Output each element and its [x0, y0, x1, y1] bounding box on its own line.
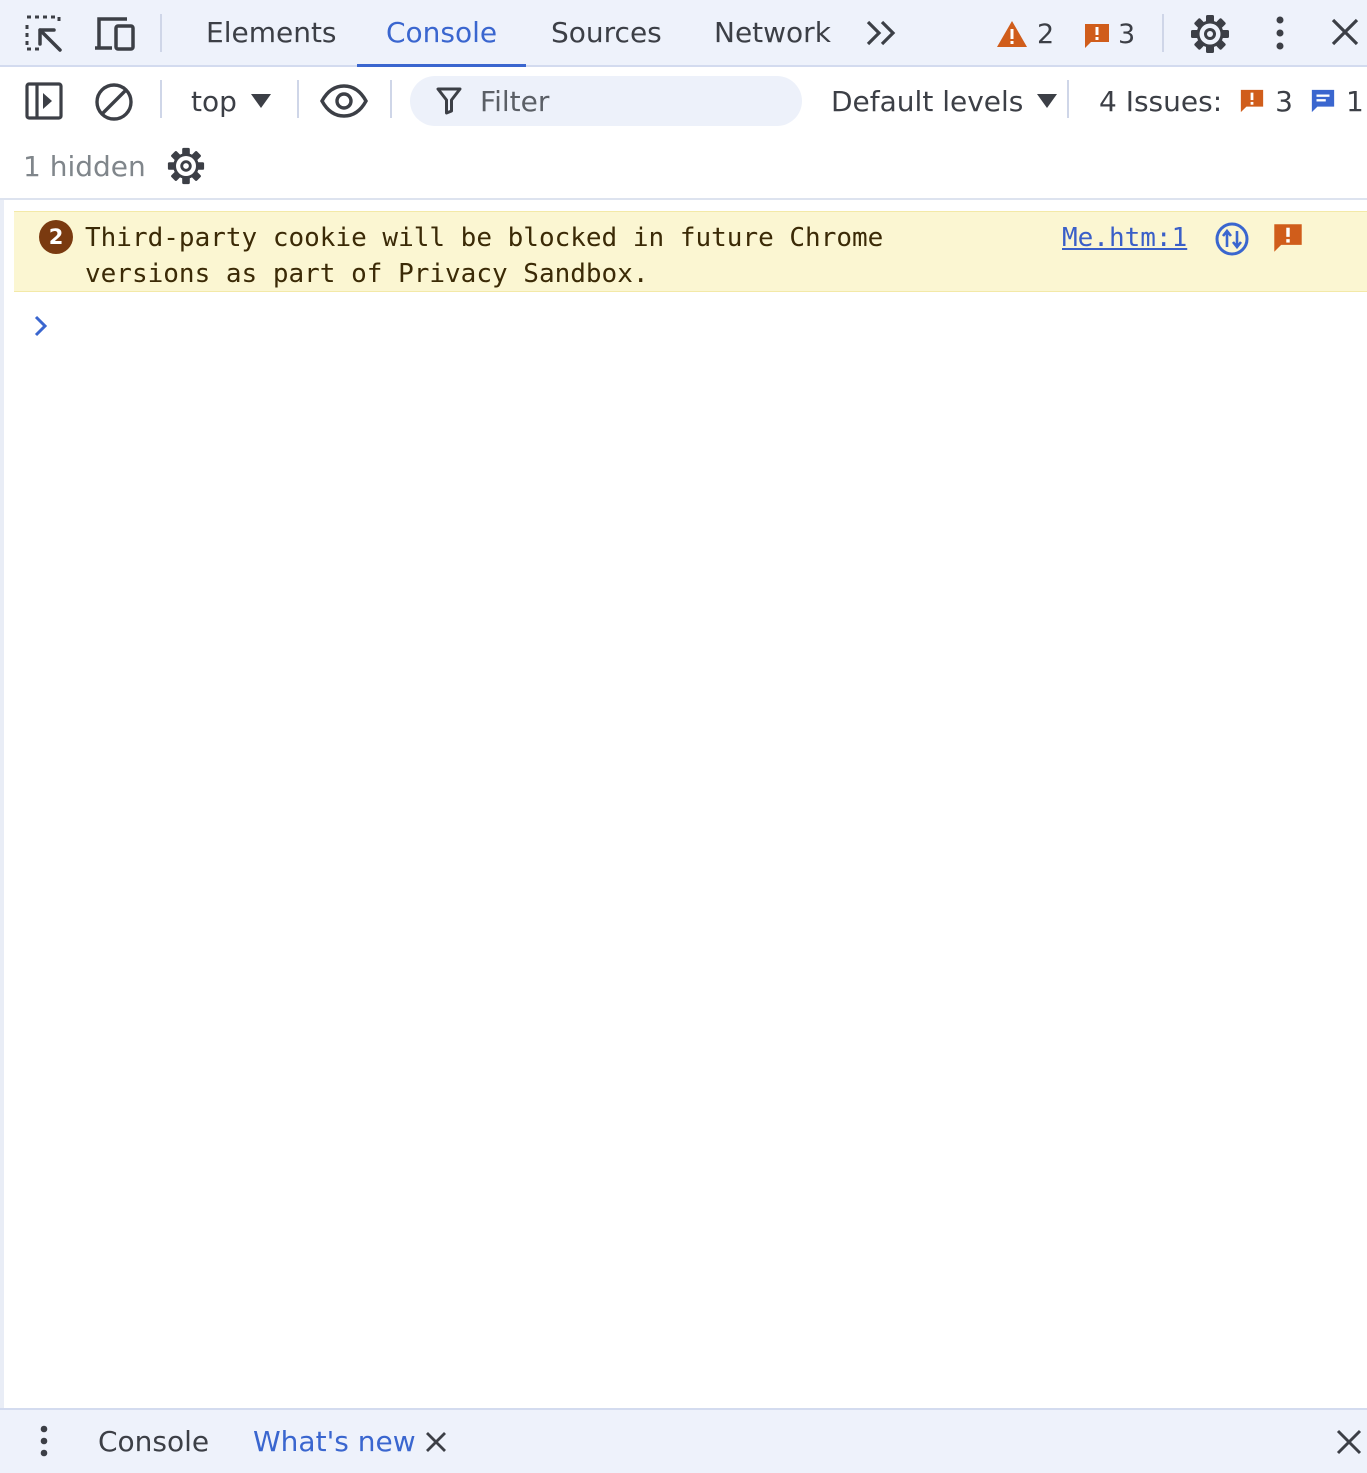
- settings-gear-icon[interactable]: [1189, 13, 1231, 55]
- issue-flag-icon[interactable]: [1272, 222, 1304, 254]
- repeat-count-badge: 2: [39, 220, 73, 254]
- live-expression-eye-icon[interactable]: [320, 84, 368, 118]
- toolbar-divider: [390, 80, 392, 118]
- issues-error-count: 3: [1275, 84, 1293, 118]
- tab-console[interactable]: Console: [356, 0, 527, 67]
- dropdown-arrow-icon: [250, 94, 271, 108]
- warning-triangle-icon[interactable]: [996, 20, 1028, 48]
- console-prompt-chevron-icon[interactable]: [31, 312, 51, 340]
- sidebar-toggle-icon[interactable]: [25, 82, 63, 120]
- toolbar-divider: [1162, 14, 1164, 52]
- filter-input[interactable]: Filter: [410, 76, 802, 126]
- hidden-messages-label: 1 hidden: [23, 150, 146, 183]
- tab-network[interactable]: Network: [714, 0, 831, 65]
- network-request-icon[interactable]: [1215, 222, 1249, 256]
- console-toolbar: top Filter Default levels 4 Issues: 3 1 …: [0, 67, 1367, 200]
- drawer-menu-kebab-icon[interactable]: [34, 1424, 54, 1458]
- close-drawer-icon[interactable]: [1336, 1429, 1362, 1455]
- log-levels-label: Default levels: [831, 84, 1024, 118]
- devtools-tab-bar: Elements Console Sources Network 2 3: [0, 0, 1367, 67]
- issue-flag-icon[interactable]: [1083, 22, 1111, 50]
- dropdown-arrow-icon: [1037, 94, 1058, 108]
- drawer-tab-bar: Console What's new: [0, 1408, 1367, 1473]
- warning-message-text: Third-party cookie will be blocked in fu…: [85, 223, 884, 289]
- info-message-icon: [1310, 88, 1336, 114]
- toolbar-divider: [160, 80, 162, 118]
- filter-funnel-icon: [436, 87, 462, 115]
- log-levels-dropdown[interactable]: Default levels: [831, 67, 1058, 135]
- drawer-tab-whats-new[interactable]: What's new: [253, 1410, 416, 1473]
- context-label: top: [191, 84, 237, 118]
- console-settings-gear-icon[interactable]: [166, 146, 206, 186]
- console-gutter: [0, 200, 4, 1408]
- tab-elements[interactable]: Elements: [206, 0, 337, 65]
- inspect-element-icon[interactable]: [24, 14, 64, 54]
- toolbar-divider: [160, 14, 162, 52]
- more-tabs-chevron-icon[interactable]: [864, 18, 900, 48]
- tab-sources[interactable]: Sources: [551, 0, 662, 65]
- issue-flag-icon: [1239, 88, 1265, 114]
- toolbar-divider: [297, 80, 299, 118]
- issues-info-count: 1: [1345, 84, 1364, 118]
- drawer-tab-console[interactable]: Console: [98, 1410, 209, 1473]
- more-options-kebab-icon[interactable]: [1270, 15, 1290, 51]
- issues-label: 4 Issues:: [1099, 84, 1223, 118]
- device-toolbar-icon[interactable]: [93, 15, 137, 53]
- warnings-count[interactable]: 2: [1037, 19, 1054, 50]
- console-warning-message[interactable]: 2 Third-party cookie will be blocked in …: [14, 211, 1367, 292]
- source-link[interactable]: Me.htm:1: [1062, 220, 1187, 256]
- context-selector[interactable]: top: [191, 67, 271, 135]
- clear-console-icon[interactable]: [94, 82, 134, 122]
- issues-counter[interactable]: 4 Issues: 3 1: [1099, 67, 1364, 135]
- issues-count[interactable]: 3: [1118, 19, 1135, 50]
- toolbar-divider: [1067, 80, 1069, 118]
- close-devtools-icon[interactable]: [1330, 17, 1360, 47]
- filter-placeholder: Filter: [480, 85, 550, 118]
- close-tab-icon[interactable]: [425, 1431, 447, 1453]
